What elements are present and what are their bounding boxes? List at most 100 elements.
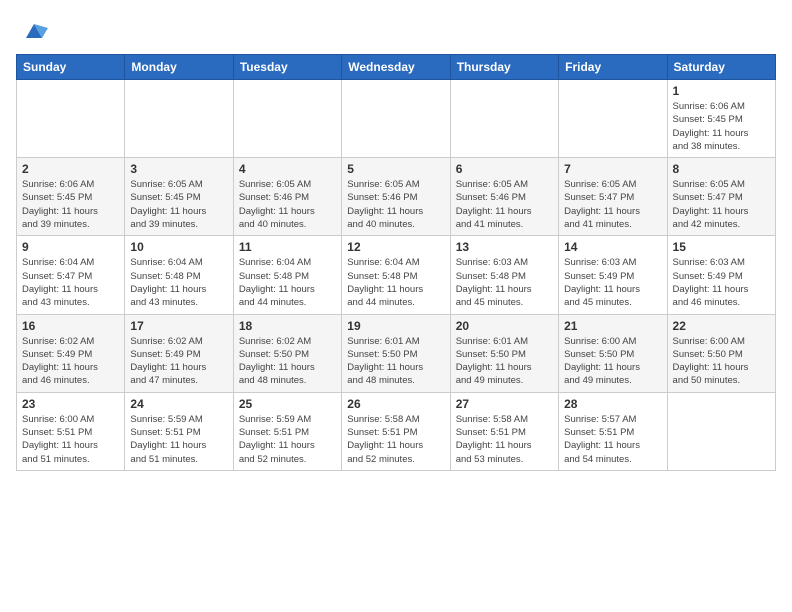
day-info: Sunrise: 5:59 AM Sunset: 5:51 PM Dayligh… — [239, 413, 336, 466]
weekday-header-thursday: Thursday — [450, 55, 558, 80]
calendar-empty-cell — [667, 392, 775, 470]
calendar-week-row: 16 Sunrise: 6:02 AM Sunset: 5:49 PM Dayli… — [17, 314, 776, 392]
calendar-day-cell: 16 Sunrise: 6:02 AM Sunset: 5:49 PM Dayli… — [17, 314, 125, 392]
calendar-day-cell: 5 Sunrise: 6:05 AM Sunset: 5:46 PM Daylig… — [342, 158, 450, 236]
day-number: 4 — [239, 162, 336, 176]
calendar-day-cell: 3 Sunrise: 6:05 AM Sunset: 5:45 PM Daylig… — [125, 158, 233, 236]
day-number: 1 — [673, 84, 770, 98]
day-info: Sunrise: 6:04 AM Sunset: 5:48 PM Dayligh… — [239, 256, 336, 309]
day-number: 20 — [456, 319, 553, 333]
day-info: Sunrise: 6:02 AM Sunset: 5:49 PM Dayligh… — [22, 335, 119, 388]
calendar-day-cell: 1 Sunrise: 6:06 AM Sunset: 5:45 PM Daylig… — [667, 80, 775, 158]
calendar-empty-cell — [17, 80, 125, 158]
day-number: 21 — [564, 319, 661, 333]
day-info: Sunrise: 6:05 AM Sunset: 5:46 PM Dayligh… — [239, 178, 336, 231]
calendar-empty-cell — [559, 80, 667, 158]
calendar-day-cell: 19 Sunrise: 6:01 AM Sunset: 5:50 PM Dayli… — [342, 314, 450, 392]
calendar-empty-cell — [342, 80, 450, 158]
calendar-day-cell: 26 Sunrise: 5:58 AM Sunset: 5:51 PM Dayli… — [342, 392, 450, 470]
calendar-day-cell: 23 Sunrise: 6:00 AM Sunset: 5:51 PM Dayli… — [17, 392, 125, 470]
calendar-day-cell: 9 Sunrise: 6:04 AM Sunset: 5:47 PM Daylig… — [17, 236, 125, 314]
day-info: Sunrise: 6:03 AM Sunset: 5:49 PM Dayligh… — [673, 256, 770, 309]
day-number: 5 — [347, 162, 444, 176]
day-number: 12 — [347, 240, 444, 254]
day-number: 6 — [456, 162, 553, 176]
day-number: 9 — [22, 240, 119, 254]
weekday-header-wednesday: Wednesday — [342, 55, 450, 80]
calendar-empty-cell — [233, 80, 341, 158]
calendar-day-cell: 22 Sunrise: 6:00 AM Sunset: 5:50 PM Dayli… — [667, 314, 775, 392]
day-number: 24 — [130, 397, 227, 411]
calendar-day-cell: 18Sunrise: 6:02 AM Sunset: 5:50 PM Dayli… — [233, 314, 341, 392]
calendar-week-row: 9 Sunrise: 6:04 AM Sunset: 5:47 PM Daylig… — [17, 236, 776, 314]
day-info: Sunrise: 5:58 AM Sunset: 5:51 PM Dayligh… — [456, 413, 553, 466]
day-number: 14 — [564, 240, 661, 254]
day-number: 11 — [239, 240, 336, 254]
day-info: Sunrise: 6:05 AM Sunset: 5:47 PM Dayligh… — [673, 178, 770, 231]
calendar-day-cell: 27 Sunrise: 5:58 AM Sunset: 5:51 PM Dayli… — [450, 392, 558, 470]
day-number: 26 — [347, 397, 444, 411]
day-number: 23 — [22, 397, 119, 411]
calendar-day-cell: 14 Sunrise: 6:03 AM Sunset: 5:49 PM Dayli… — [559, 236, 667, 314]
calendar-day-cell: 8 Sunrise: 6:05 AM Sunset: 5:47 PM Daylig… — [667, 158, 775, 236]
day-number: 16 — [22, 319, 119, 333]
logo — [16, 16, 48, 44]
weekday-header-monday: Monday — [125, 55, 233, 80]
calendar-day-cell: 4 Sunrise: 6:05 AM Sunset: 5:46 PM Daylig… — [233, 158, 341, 236]
day-info: Sunrise: 6:05 AM Sunset: 5:47 PM Dayligh… — [564, 178, 661, 231]
day-info: Sunrise: 6:06 AM Sunset: 5:45 PM Dayligh… — [673, 100, 770, 153]
day-number: 10 — [130, 240, 227, 254]
calendar-day-cell: 12 Sunrise: 6:04 AM Sunset: 5:48 PM Dayli… — [342, 236, 450, 314]
day-number: 19 — [347, 319, 444, 333]
calendar-week-row: 1 Sunrise: 6:06 AM Sunset: 5:45 PM Daylig… — [17, 80, 776, 158]
day-number: 25 — [239, 397, 336, 411]
day-info: Sunrise: 6:06 AM Sunset: 5:45 PM Dayligh… — [22, 178, 119, 231]
day-number: 17 — [130, 319, 227, 333]
calendar-day-cell: 24 Sunrise: 5:59 AM Sunset: 5:51 PM Dayli… — [125, 392, 233, 470]
calendar-empty-cell — [125, 80, 233, 158]
calendar-day-cell: 25 Sunrise: 5:59 AM Sunset: 5:51 PM Dayli… — [233, 392, 341, 470]
weekday-header-friday: Friday — [559, 55, 667, 80]
day-number: 13 — [456, 240, 553, 254]
calendar-header-row: SundayMondayTuesdayWednesdayThursdayFrid… — [17, 55, 776, 80]
day-info: Sunrise: 6:03 AM Sunset: 5:49 PM Dayligh… — [564, 256, 661, 309]
calendar-week-row: 23 Sunrise: 6:00 AM Sunset: 5:51 PM Dayli… — [17, 392, 776, 470]
day-number: 7 — [564, 162, 661, 176]
day-info: Sunrise: 5:59 AM Sunset: 5:51 PM Dayligh… — [130, 413, 227, 466]
page-header — [16, 16, 776, 44]
day-number: 3 — [130, 162, 227, 176]
calendar-day-cell: 10 Sunrise: 6:04 AM Sunset: 5:48 PM Dayli… — [125, 236, 233, 314]
logo-icon — [20, 16, 48, 44]
weekday-header-tuesday: Tuesday — [233, 55, 341, 80]
day-info: Sunrise: 5:58 AM Sunset: 5:51 PM Dayligh… — [347, 413, 444, 466]
day-info: Sunrise: 6:05 AM Sunset: 5:46 PM Dayligh… — [347, 178, 444, 231]
calendar-day-cell: 20 Sunrise: 6:01 AM Sunset: 5:50 PM Dayli… — [450, 314, 558, 392]
calendar-day-cell: 28Sunrise: 5:57 AM Sunset: 5:51 PM Dayli… — [559, 392, 667, 470]
weekday-header-saturday: Saturday — [667, 55, 775, 80]
day-info: Sunrise: 6:03 AM Sunset: 5:48 PM Dayligh… — [456, 256, 553, 309]
day-info: Sunrise: 6:01 AM Sunset: 5:50 PM Dayligh… — [347, 335, 444, 388]
day-number: 8 — [673, 162, 770, 176]
day-number: 27 — [456, 397, 553, 411]
calendar-table: SundayMondayTuesdayWednesdayThursdayFrid… — [16, 54, 776, 471]
day-info: Sunrise: 6:00 AM Sunset: 5:51 PM Dayligh… — [22, 413, 119, 466]
day-info: Sunrise: 6:01 AM Sunset: 5:50 PM Dayligh… — [456, 335, 553, 388]
calendar-day-cell: 17Sunrise: 6:02 AM Sunset: 5:49 PM Dayli… — [125, 314, 233, 392]
calendar-day-cell: 13 Sunrise: 6:03 AM Sunset: 5:48 PM Dayli… — [450, 236, 558, 314]
day-number: 28 — [564, 397, 661, 411]
day-info: Sunrise: 6:04 AM Sunset: 5:48 PM Dayligh… — [347, 256, 444, 309]
calendar-day-cell: 6Sunrise: 6:05 AM Sunset: 5:46 PM Daylig… — [450, 158, 558, 236]
day-number: 2 — [22, 162, 119, 176]
calendar-empty-cell — [450, 80, 558, 158]
calendar-day-cell: 21 Sunrise: 6:00 AM Sunset: 5:50 PM Dayli… — [559, 314, 667, 392]
calendar-day-cell: 7 Sunrise: 6:05 AM Sunset: 5:47 PM Daylig… — [559, 158, 667, 236]
day-info: Sunrise: 6:00 AM Sunset: 5:50 PM Dayligh… — [564, 335, 661, 388]
day-info: Sunrise: 6:02 AM Sunset: 5:50 PM Dayligh… — [239, 335, 336, 388]
weekday-header-sunday: Sunday — [17, 55, 125, 80]
day-number: 22 — [673, 319, 770, 333]
day-info: Sunrise: 6:04 AM Sunset: 5:47 PM Dayligh… — [22, 256, 119, 309]
day-info: Sunrise: 6:04 AM Sunset: 5:48 PM Dayligh… — [130, 256, 227, 309]
day-info: Sunrise: 6:05 AM Sunset: 5:45 PM Dayligh… — [130, 178, 227, 231]
day-number: 15 — [673, 240, 770, 254]
day-info: Sunrise: 6:00 AM Sunset: 5:50 PM Dayligh… — [673, 335, 770, 388]
